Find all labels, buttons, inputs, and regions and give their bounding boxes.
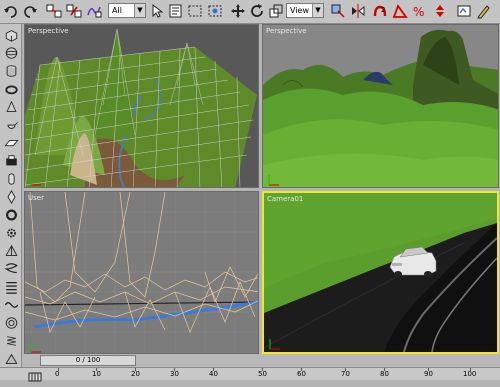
main-toolbar: All ▼ View ▼ 2 %	[0, 0, 500, 24]
move-icon[interactable]	[230, 3, 246, 19]
create-gear-icon[interactable]	[3, 226, 19, 240]
svg-text:%: %	[413, 5, 424, 19]
ruler-label: 0	[55, 370, 60, 378]
create-cone-icon[interactable]	[3, 100, 19, 114]
create-ring-icon[interactable]	[3, 316, 19, 330]
select-object-icon[interactable]	[150, 3, 166, 19]
rotate-icon[interactable]	[249, 3, 265, 19]
create-hedra-icon[interactable]	[3, 280, 19, 294]
ruler-label: 30	[170, 370, 179, 378]
percent-snap-icon[interactable]: %	[412, 3, 428, 19]
create-geosphere-icon[interactable]	[3, 154, 19, 168]
bind-space-warp-icon[interactable]	[86, 3, 102, 19]
left-toolbar	[0, 24, 22, 368]
terrain-shaded-scene	[263, 25, 498, 187]
select-by-name-icon[interactable]	[168, 3, 184, 19]
viewport-label[interactable]: Perspective	[266, 27, 307, 35]
create-prism-icon[interactable]	[3, 352, 19, 366]
window-crossing-icon[interactable]	[207, 3, 223, 19]
create-plane-icon[interactable]	[3, 136, 19, 150]
frame-display: 0 / 100	[75, 356, 101, 364]
viewport-camera01-bottom-right[interactable]: Camera01	[262, 191, 499, 354]
angle-snap-icon[interactable]	[392, 3, 408, 19]
viewport-label[interactable]: User	[28, 194, 44, 202]
camera-road-scene	[264, 193, 497, 352]
reference-coord-dropdown[interactable]: View ▼	[286, 3, 324, 18]
ruler-label: 60	[297, 370, 306, 378]
snap-icon[interactable]: 2	[372, 3, 388, 19]
undo-icon[interactable]	[3, 3, 19, 19]
wireframe-user-scene	[25, 192, 258, 353]
time-slider-track[interactable]: 0 / 100	[22, 354, 500, 367]
mirror-icon[interactable]	[350, 3, 366, 19]
create-teapot-icon[interactable]	[3, 118, 19, 132]
create-capsule-icon[interactable]	[3, 172, 19, 186]
viewport-label[interactable]: Perspective	[28, 27, 69, 35]
create-tube-icon[interactable]	[3, 208, 19, 222]
unlink-icon[interactable]	[66, 3, 82, 19]
create-sphere-icon[interactable]	[3, 46, 19, 60]
create-spindle-icon[interactable]	[3, 190, 19, 204]
create-cylinder-icon[interactable]	[3, 64, 19, 78]
ruler-label: 40	[209, 370, 218, 378]
rectangle-region-icon[interactable]	[187, 3, 203, 19]
track-bar-icon[interactable]	[28, 368, 42, 382]
chevron-down-icon: ▼	[134, 4, 145, 17]
selection-filter-dropdown[interactable]: All ▼	[108, 3, 146, 18]
viewport-perspective-top-right[interactable]: Perspective	[262, 24, 499, 188]
ruler-label: 90	[424, 370, 433, 378]
ruler-label: 100	[463, 370, 477, 378]
edit-named-selection-icon[interactable]	[476, 3, 492, 19]
scale-icon[interactable]	[268, 3, 284, 19]
spinner-snap-icon[interactable]	[432, 3, 448, 19]
chevron-down-icon: ▼	[312, 4, 323, 17]
create-helix-icon[interactable]	[3, 262, 19, 276]
redo-icon[interactable]	[22, 3, 38, 19]
ruler-label: 10	[92, 370, 101, 378]
create-wave-icon[interactable]	[3, 298, 19, 312]
viewport-label[interactable]: Camera01	[267, 195, 303, 203]
selection-filter-value: All	[112, 6, 122, 15]
track-bar-ruler[interactable]: 0 10 20 30 40 50 60 70 80 90 100	[0, 367, 500, 382]
select-link-icon[interactable]	[46, 3, 62, 19]
viewport-user-bottom-left[interactable]: User	[24, 191, 259, 354]
ruler-label: 70	[341, 370, 350, 378]
create-box-icon[interactable]	[3, 28, 19, 42]
reference-coord-value: View	[290, 6, 309, 15]
svg-text:2: 2	[381, 6, 385, 14]
ruler-label: 80	[380, 370, 389, 378]
viewport-perspective-top-left[interactable]: Perspective	[24, 24, 259, 188]
create-spring-icon[interactable]	[3, 334, 19, 348]
terrain-wireframe-scene	[25, 28, 257, 187]
named-selection-icon[interactable]	[456, 3, 472, 19]
create-pyramid-icon[interactable]	[3, 244, 19, 258]
time-slider-handle[interactable]: 0 / 100	[40, 355, 136, 366]
create-torus-icon[interactable]	[3, 82, 19, 96]
ruler-label: 50	[258, 370, 267, 378]
pivot-icon[interactable]	[330, 3, 346, 19]
ruler-label: 20	[131, 370, 140, 378]
